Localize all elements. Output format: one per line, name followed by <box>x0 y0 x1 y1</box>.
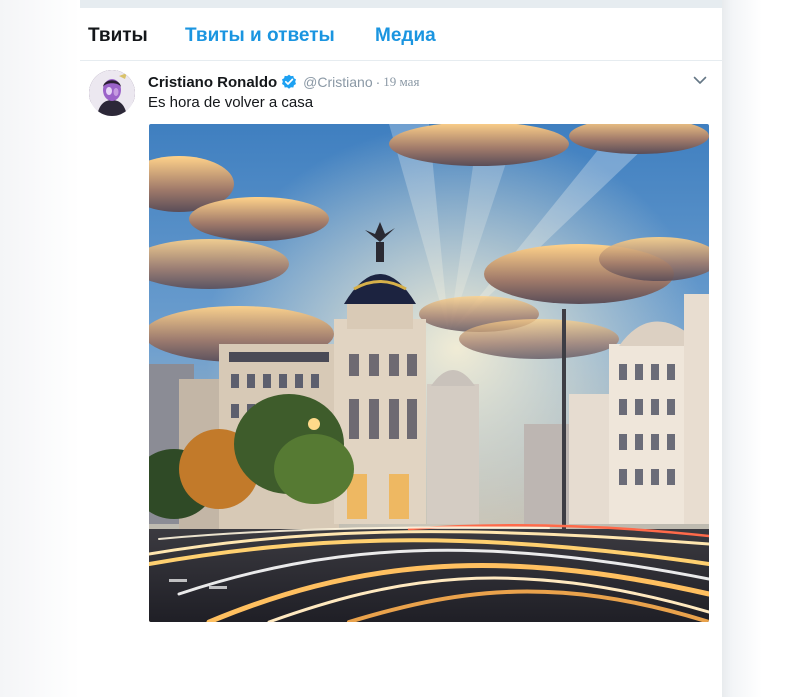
author-name[interactable]: Cristiano Ronaldo <box>148 74 277 91</box>
profile-tabs: Твиты Твиты и ответы Медиа <box>80 8 722 61</box>
page-background-right <box>722 0 786 697</box>
tweet-text: Es hora de volver a casa <box>148 94 314 111</box>
madrid-street-photo <box>149 124 709 622</box>
tweet-header: Cristiano Ronaldo @Cristiano · 19 мая <box>148 72 419 92</box>
header-separator: · <box>375 74 381 90</box>
page-background-top <box>80 0 722 8</box>
tweet-timestamp[interactable]: 19 мая <box>383 74 419 90</box>
tweet[interactable]: Cristiano Ronaldo @Cristiano · 19 мая Es… <box>80 60 722 697</box>
tweet-photo[interactable] <box>149 124 709 622</box>
author-handle[interactable]: @Cristiano <box>303 74 372 90</box>
chevron-down-icon[interactable] <box>692 72 708 88</box>
page-background-left <box>0 0 80 697</box>
tab-media[interactable]: Медиа <box>375 25 436 47</box>
tab-tweets[interactable]: Твиты <box>88 25 148 47</box>
verified-badge-icon <box>281 74 297 90</box>
tab-tweets-and-replies[interactable]: Твиты и ответы <box>185 25 335 47</box>
avatar[interactable] <box>89 70 135 116</box>
profile-timeline: Твиты Твиты и ответы Медиа Cristiano Ron… <box>80 8 722 697</box>
